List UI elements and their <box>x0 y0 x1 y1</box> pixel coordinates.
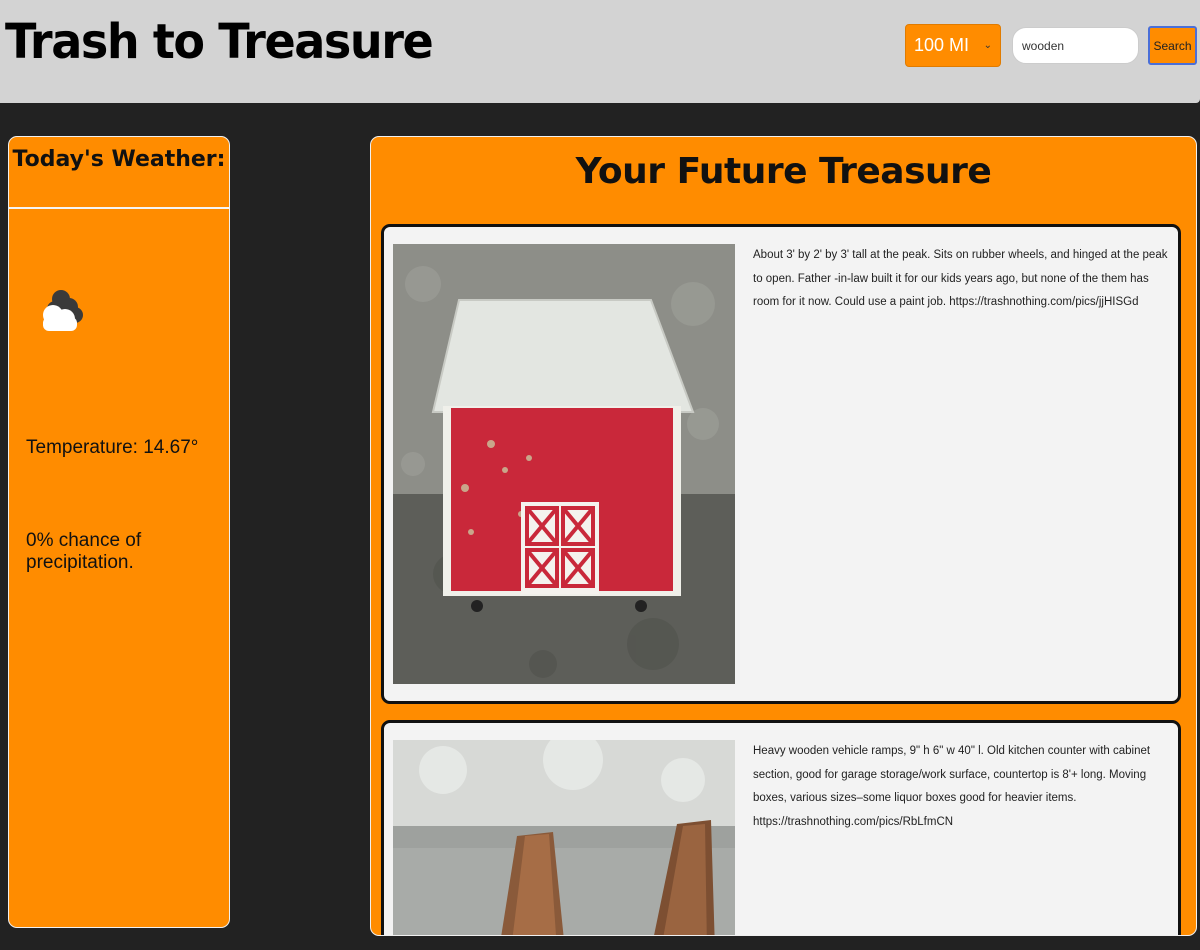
ramps-photo <box>393 740 735 935</box>
results-title: Your Future Treasure <box>575 151 992 192</box>
distance-select-value: 100 MI <box>914 35 970 55</box>
search-button[interactable]: Search <box>1148 26 1197 65</box>
listing-card[interactable]: About 3' by 2' by 3' tall at the peak. S… <box>381 224 1181 704</box>
red-barn-photo <box>393 244 735 684</box>
listing-description: About 3' by 2' by 3' tall at the peak. S… <box>753 244 1173 315</box>
listing-link[interactable]: https://trashnothing.com/pics/RbLfmCN <box>753 816 953 828</box>
site-title[interactable]: Trash to Treasure <box>5 14 434 70</box>
results-panel: Your Future Treasure About 3' by 2' by 3… <box>370 136 1197 936</box>
listing-photo-ramps[interactable] <box>393 740 735 935</box>
listing-photo-red-barn[interactable] <box>393 244 735 684</box>
chevron-down-icon: ⌄ <box>983 40 992 51</box>
listing-link[interactable]: https://trashnothing.com/pics/jjHISGd <box>949 296 1138 308</box>
weather-precipitation: 0% chance of precipitation. <box>26 530 142 573</box>
site-header: Trash to Treasure 100 MI ⌄ wooden Search <box>0 0 1200 103</box>
weather-panel: Today's Weather: Temperature: 14.67° 0% … <box>8 136 230 928</box>
listing-description-text: Heavy wooden vehicle ramps, 9" h 6" w 40… <box>753 745 1151 804</box>
weather-divider <box>9 207 229 209</box>
distance-select[interactable]: 100 MI ⌄ <box>905 24 1001 67</box>
listing-description: Heavy wooden vehicle ramps, 9" h 6" w 40… <box>753 740 1173 834</box>
weather-temperature: Temperature: 14.67° <box>26 437 199 458</box>
listing-card[interactable]: Heavy wooden vehicle ramps, 9" h 6" w 40… <box>381 720 1181 935</box>
cloudy-icon <box>43 290 83 331</box>
weather-title: Today's Weather: <box>12 147 226 172</box>
search-input[interactable]: wooden <box>1012 27 1139 64</box>
search-input-value: wooden <box>1022 38 1065 53</box>
